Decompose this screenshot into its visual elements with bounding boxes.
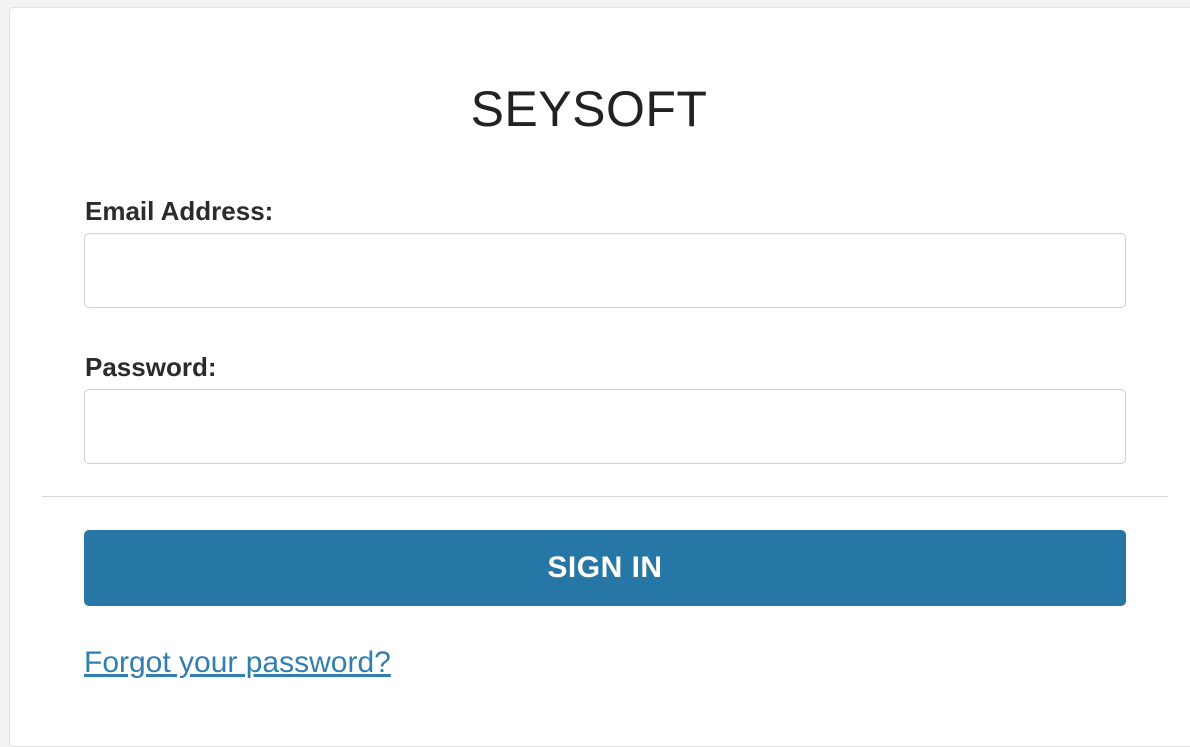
forgot-password-link[interactable]: Forgot your password? bbox=[84, 645, 391, 681]
app-title: SEYSOFT bbox=[470, 81, 708, 137]
password-label: Password: bbox=[85, 352, 217, 382]
login-card: SEYSOFT Email Address: Password: SIGN IN… bbox=[9, 7, 1190, 747]
email-field[interactable] bbox=[84, 233, 1126, 308]
email-label: Email Address: bbox=[85, 196, 274, 226]
password-field[interactable] bbox=[84, 389, 1126, 464]
form-divider bbox=[42, 496, 1168, 497]
sign-in-button[interactable]: SIGN IN bbox=[84, 530, 1126, 606]
